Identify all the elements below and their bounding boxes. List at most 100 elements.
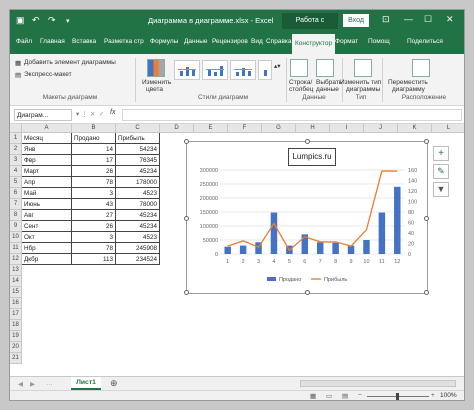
zoom-slider-thumb[interactable] xyxy=(396,393,399,400)
row-header[interactable]: 14 xyxy=(10,276,22,287)
page-break-view-icon[interactable]: ▤ xyxy=(342,392,348,400)
change-chart-type-label-2[interactable]: диаграммы xyxy=(346,86,380,93)
table-cell[interactable]: 26 xyxy=(72,166,116,177)
customize-qat-icon[interactable]: ▾ xyxy=(66,17,70,25)
table-cell[interactable]: Прибыль xyxy=(116,133,160,144)
table-cell[interactable]: 76345 xyxy=(116,155,160,166)
row-header[interactable]: 11 xyxy=(10,243,22,254)
add-sheet-icon[interactable]: ⊕ xyxy=(110,378,118,389)
column-header[interactable]: I xyxy=(330,124,364,133)
maximize-icon[interactable]: ☐ xyxy=(424,14,432,25)
row-header[interactable]: 2 xyxy=(10,144,22,155)
cancel-icon[interactable]: ✕ xyxy=(90,110,95,118)
resize-handle[interactable] xyxy=(184,216,189,221)
zoom-in-icon[interactable]: + xyxy=(431,392,435,399)
row-header[interactable]: 17 xyxy=(10,309,22,320)
chart-elements-plus-icon[interactable]: + xyxy=(433,146,449,161)
resize-handle[interactable] xyxy=(305,290,310,295)
add-chart-element-button[interactable]: Добавить элемент диаграммы xyxy=(24,59,116,66)
table-cell[interactable]: Окт xyxy=(22,232,72,243)
prev-sheet-icon[interactable]: ◀ xyxy=(18,380,23,388)
table-cell[interactable]: 78000 xyxy=(116,199,160,210)
column-header[interactable]: G xyxy=(262,124,296,133)
tab-data[interactable]: Данные xyxy=(184,38,207,45)
select-data-label-1[interactable]: Выбрать xyxy=(316,79,342,86)
table-cell[interactable]: Янв xyxy=(22,144,72,155)
column-header[interactable]: A xyxy=(22,124,72,133)
table-cell[interactable]: Май xyxy=(22,188,72,199)
table-cell[interactable]: 78 xyxy=(72,177,116,188)
formula-input[interactable] xyxy=(122,109,462,121)
column-header[interactable]: L xyxy=(432,124,464,133)
resize-handle[interactable] xyxy=(424,216,429,221)
row-header[interactable]: 19 xyxy=(10,331,22,342)
select-all-corner[interactable] xyxy=(10,124,22,133)
change-chart-type-label-1[interactable]: Изменить тип xyxy=(340,79,381,86)
change-colors-label-2[interactable]: цвета xyxy=(146,86,163,93)
table-cell[interactable]: 234524 xyxy=(116,254,160,265)
table-cell[interactable]: 3 xyxy=(72,188,116,199)
column-header[interactable]: J xyxy=(364,124,398,133)
add-element-icon[interactable]: ▦ xyxy=(15,59,21,67)
chart-object[interactable]: Lumpics.ru 0 50000 100000 150000 200000 25000… xyxy=(184,139,429,295)
tab-insert[interactable]: Вставка xyxy=(72,38,96,45)
sheet-tab-list1[interactable]: Лист1 xyxy=(71,377,101,390)
row-header[interactable]: 13 xyxy=(10,265,22,276)
resize-handle[interactable] xyxy=(305,139,310,144)
name-box-dropdown-icon[interactable]: ▾ ⋮ xyxy=(76,110,88,118)
ribbon-display-icon[interactable]: ⊡ xyxy=(382,14,390,25)
table-cell[interactable]: 26 xyxy=(72,221,116,232)
column-header[interactable]: D xyxy=(160,124,194,133)
horizontal-scrollbar[interactable] xyxy=(300,380,456,387)
table-cell[interactable]: Дкбр xyxy=(22,254,72,265)
row-header[interactable]: 21 xyxy=(10,353,22,364)
table-cell[interactable]: 14 xyxy=(72,144,116,155)
close-icon[interactable]: ✕ xyxy=(446,14,454,25)
table-cell[interactable]: Фвр xyxy=(22,155,72,166)
table-cell[interactable]: 27 xyxy=(72,210,116,221)
row-header[interactable]: 5 xyxy=(10,177,22,188)
table-cell[interactable]: Нбр xyxy=(22,243,72,254)
styles-scroll-icon[interactable]: ▴▾ xyxy=(274,62,281,70)
tab-file[interactable]: Файл xyxy=(16,38,32,45)
table-cell[interactable]: 178000 xyxy=(116,177,160,188)
tab-tell-me[interactable]: Помощ xyxy=(368,38,390,45)
resize-handle[interactable] xyxy=(424,139,429,144)
column-header[interactable]: H xyxy=(296,124,330,133)
row-header[interactable]: 20 xyxy=(10,342,22,353)
tab-home[interactable]: Главная xyxy=(40,38,65,45)
quick-layout-button[interactable]: Экспресс-макет xyxy=(24,71,72,78)
row-header[interactable]: 18 xyxy=(10,320,22,331)
table-cell[interactable]: 17 xyxy=(72,155,116,166)
table-cell[interactable]: 45234 xyxy=(116,221,160,232)
column-header[interactable]: E xyxy=(194,124,228,133)
switch-row-column-label-1[interactable]: Строка/ xyxy=(289,79,312,86)
row-header[interactable]: 4 xyxy=(10,166,22,177)
row-header[interactable]: 7 xyxy=(10,199,22,210)
row-header[interactable]: 3 xyxy=(10,155,22,166)
table-cell[interactable]: 113 xyxy=(72,254,116,265)
signin-button[interactable]: Вход xyxy=(343,14,369,27)
normal-view-icon[interactable]: ▦ xyxy=(310,392,316,400)
column-header[interactable]: K xyxy=(398,124,432,133)
table-cell[interactable]: Авг xyxy=(22,210,72,221)
change-colors-label-1[interactable]: Изменить xyxy=(142,79,171,86)
table-cell[interactable]: Март xyxy=(22,166,72,177)
table-cell[interactable]: 245908 xyxy=(116,243,160,254)
resize-handle[interactable] xyxy=(184,139,189,144)
move-chart-label-1[interactable]: Переместить xyxy=(388,79,428,86)
chart-filter-icon[interactable]: ▼ xyxy=(433,182,449,197)
name-box[interactable]: Диаграм... xyxy=(14,109,72,121)
move-chart-label-2[interactable]: диаграмму xyxy=(392,86,425,93)
column-header[interactable]: F xyxy=(228,124,262,133)
table-cell[interactable]: Продано xyxy=(72,133,116,144)
tab-page-layout[interactable]: Разметка стр xyxy=(104,38,144,45)
row-header[interactable]: 12 xyxy=(10,254,22,265)
select-data-label-2[interactable]: данные xyxy=(316,86,339,93)
table-cell[interactable]: 54234 xyxy=(116,144,160,155)
table-cell[interactable]: 78 xyxy=(72,243,116,254)
tab-formulas[interactable]: Формулы xyxy=(150,38,178,45)
insert-function-button[interactable]: fx xyxy=(110,109,115,116)
chart-style-thumb-1[interactable] xyxy=(174,60,200,80)
table-cell[interactable]: 45234 xyxy=(116,210,160,221)
